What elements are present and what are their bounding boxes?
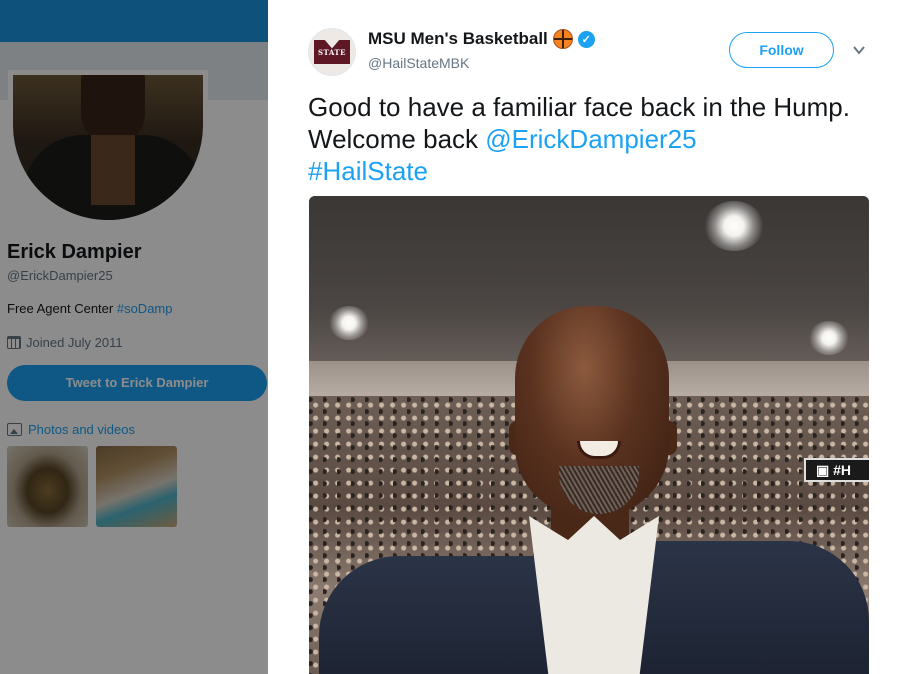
- photo-ceiling-light: [809, 321, 849, 355]
- tweet-text: Good to have a familiar face back in the…: [308, 91, 868, 187]
- photo-shirt-collar: [529, 516, 659, 674]
- basketball-emoji-icon: [552, 29, 573, 49]
- follow-button[interactable]: Follow: [729, 32, 834, 68]
- author-avatar[interactable]: STATE: [308, 28, 356, 76]
- tweet-photo[interactable]: ▣ #H: [309, 196, 869, 674]
- tweet-mention-link[interactable]: @ErickDampier25: [485, 124, 696, 154]
- chevron-down-icon[interactable]: [852, 43, 866, 57]
- tweet-hashtag-link[interactable]: #HailState: [308, 156, 428, 186]
- author-handle[interactable]: @HailStateMBK: [368, 55, 469, 71]
- photo-ceiling-light: [704, 201, 764, 251]
- author-name[interactable]: MSU Men's Basketball: [368, 29, 548, 49]
- verified-badge-icon: ✓: [577, 30, 595, 48]
- tweet-permalink-modal: STATE MSU Men's Basketball ✓ @HailStateM…: [268, 0, 898, 674]
- photo-suit-left: [319, 556, 569, 674]
- photo-arena-sign: ▣ #H: [804, 458, 869, 482]
- author-name-row: MSU Men's Basketball ✓: [368, 29, 595, 49]
- msu-logo-icon: STATE: [314, 40, 350, 64]
- photo-ceiling-light: [329, 306, 369, 340]
